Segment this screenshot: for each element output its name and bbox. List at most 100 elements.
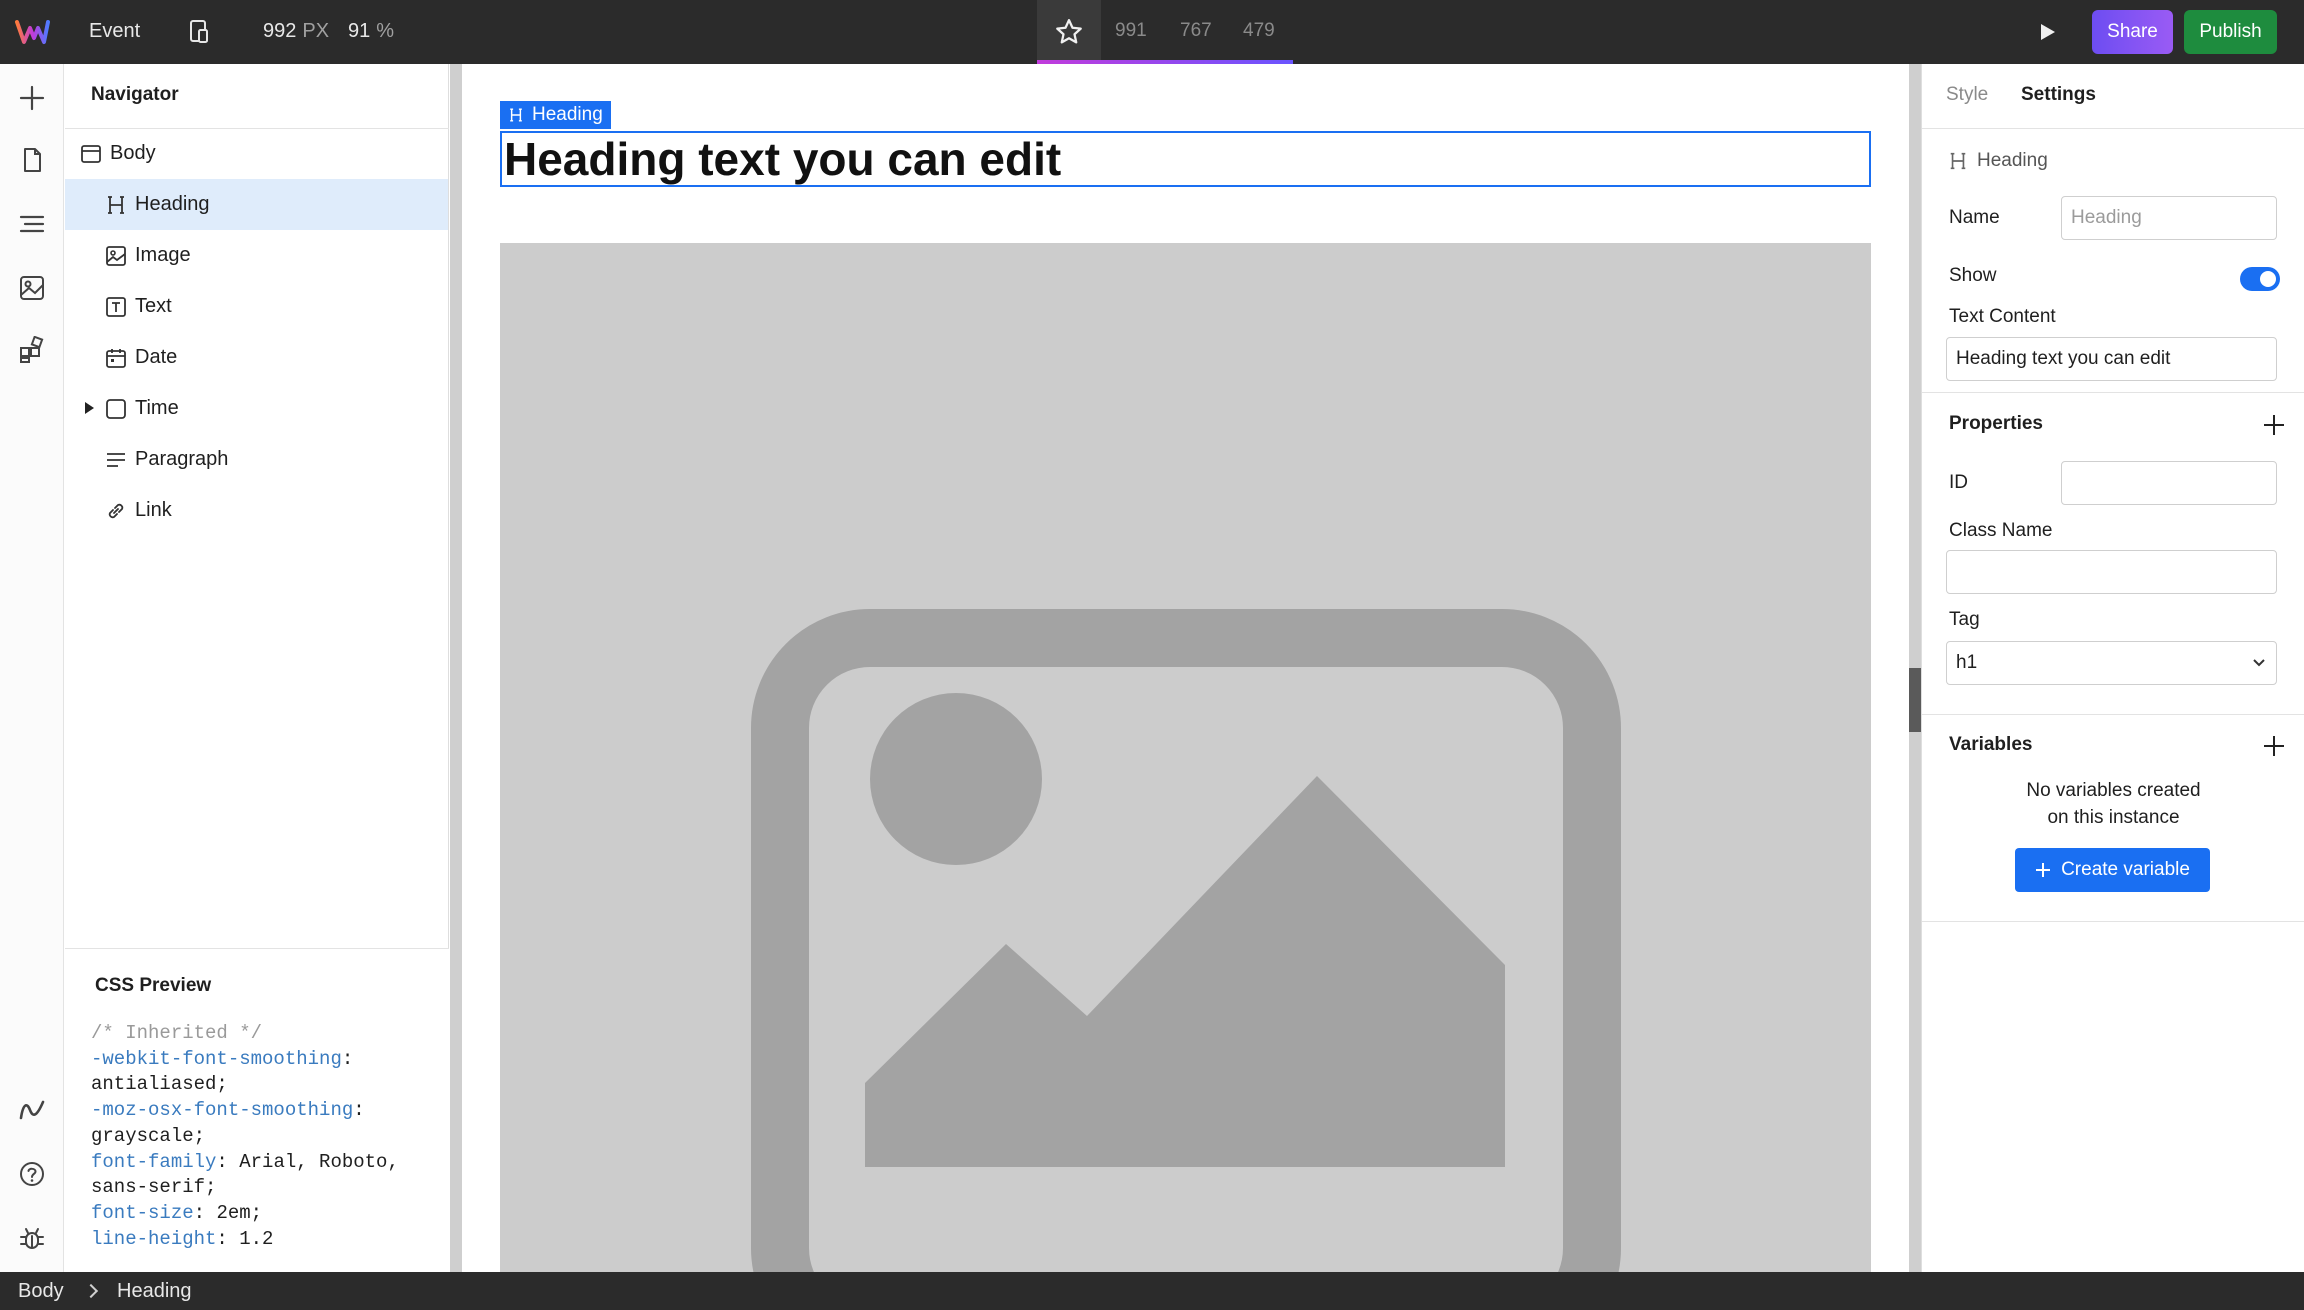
tree-item-label: Date xyxy=(135,346,178,368)
show-toggle[interactable] xyxy=(2240,267,2280,291)
tag-select[interactable]: h1 xyxy=(1946,641,2277,685)
heading-icon xyxy=(510,108,522,122)
selected-heading-element[interactable]: Heading text you can edit xyxy=(500,131,1871,187)
play-preview-icon[interactable] xyxy=(2036,20,2058,44)
breakpoint-767[interactable]: 767 xyxy=(1180,20,1212,42)
add-variable-icon[interactable] xyxy=(2264,736,2284,756)
css-value: 1.2 xyxy=(239,1227,274,1250)
breakpoint-479[interactable]: 479 xyxy=(1243,20,1275,42)
navigator-panel: Navigator Body Heading Image Text Date T… xyxy=(65,64,449,1272)
image-placeholder-icon xyxy=(751,609,1621,1272)
settings-panel: Style Settings Heading Name Heading Show… xyxy=(1921,64,2304,1272)
tree-item-body[interactable]: Body xyxy=(65,128,448,179)
tab-style[interactable]: Style xyxy=(1946,84,1988,106)
css-property: -webkit-font-smoothing xyxy=(91,1047,342,1070)
css-preview-code: /* Inherited */ -webkit-font-smoothing: … xyxy=(91,1022,399,1250)
properties-title: Properties xyxy=(1949,413,2043,434)
divider xyxy=(1922,128,2304,129)
webstudio-logo-icon[interactable] xyxy=(14,18,50,46)
css-preview-panel: CSS Preview /* Inherited */ -webkit-font… xyxy=(65,948,449,1272)
text-content-input[interactable]: Heading text you can edit xyxy=(1946,337,2277,381)
tree-item-time[interactable]: Time xyxy=(65,383,448,434)
divider xyxy=(1922,714,2304,715)
variables-title: Variables xyxy=(1949,734,2033,755)
css-value: 2em xyxy=(216,1201,251,1224)
pages-icon[interactable] xyxy=(18,146,46,174)
tree-item-label: Image xyxy=(135,244,191,266)
tree-item-heading[interactable]: Heading xyxy=(65,179,448,230)
chevron-down-icon xyxy=(2253,659,2265,667)
create-variable-label: Create variable xyxy=(2061,859,2190,880)
star-icon xyxy=(1056,19,1082,44)
css-property: font-family xyxy=(91,1150,217,1173)
bug-icon[interactable] xyxy=(18,1224,46,1252)
add-property-icon[interactable] xyxy=(2264,415,2284,435)
expand-caret-icon[interactable] xyxy=(85,402,94,414)
text-content-label: Text Content xyxy=(1949,306,2056,327)
component-name: Heading xyxy=(1977,150,2048,171)
tree-item-paragraph[interactable]: Paragraph xyxy=(65,434,448,485)
css-property: line-height xyxy=(91,1227,217,1250)
add-icon[interactable] xyxy=(18,84,46,112)
css-value: grayscale xyxy=(91,1124,194,1147)
navigator-icon[interactable] xyxy=(18,210,46,238)
divider xyxy=(1922,921,2304,922)
breakpoints-bar: 991 767 479 xyxy=(1037,0,1293,64)
link-icon xyxy=(108,503,124,518)
tree-item-link[interactable]: Link xyxy=(65,485,448,536)
breadcrumb-body[interactable]: Body xyxy=(18,1280,64,1303)
heading-text[interactable]: Heading text you can edit xyxy=(504,133,1061,185)
canvas-resize-handle[interactable] xyxy=(1909,668,1921,732)
name-label: Name xyxy=(1949,207,2000,228)
assets-icon[interactable] xyxy=(18,274,46,302)
ai-icon[interactable] xyxy=(18,1096,46,1124)
css-property: -moz-osx-font-smoothing xyxy=(91,1099,354,1122)
id-input[interactable] xyxy=(2061,461,2277,505)
create-variable-button[interactable]: Create variable xyxy=(2015,848,2210,892)
css-comment: /* Inherited */ xyxy=(91,1022,263,1044)
project-name[interactable]: Event xyxy=(89,20,140,43)
tree-item-label: Body xyxy=(110,142,156,164)
chevron-right-icon xyxy=(83,1283,99,1299)
class-name-input[interactable] xyxy=(1946,550,2277,594)
breakpoint-991[interactable]: 991 xyxy=(1115,20,1147,42)
heading-icon xyxy=(108,195,124,214)
image-placeholder[interactable] xyxy=(500,243,1871,1272)
tree-item-text[interactable]: Text xyxy=(65,281,448,332)
tree-item-label: Link xyxy=(135,499,172,521)
help-icon[interactable] xyxy=(18,1160,46,1188)
zoom-value: 91 xyxy=(348,20,371,42)
canvas-width-readout[interactable]: 992 PX xyxy=(263,20,329,43)
breadcrumb-heading[interactable]: Heading xyxy=(117,1280,192,1303)
tree-item-label: Time xyxy=(135,397,179,419)
css-property: font-size xyxy=(91,1201,194,1224)
paragraph-icon xyxy=(107,452,125,467)
tree-item-label: Text xyxy=(135,295,172,317)
zoom-readout[interactable]: 91% xyxy=(348,20,394,43)
css-preview-title: CSS Preview xyxy=(95,975,212,996)
class-name-label: Class Name xyxy=(1949,520,2053,541)
css-value: antialiased xyxy=(91,1073,217,1096)
components-icon[interactable] xyxy=(18,336,46,364)
base-breakpoint-button[interactable] xyxy=(1037,0,1101,64)
tag-select-value: h1 xyxy=(1956,652,1978,673)
empty-variables-message: No variables created xyxy=(2026,780,2201,801)
zoom-unit: % xyxy=(376,20,395,42)
tab-settings[interactable]: Settings xyxy=(2021,84,2096,106)
publish-button[interactable]: Publish xyxy=(2184,10,2277,54)
tree-item-image[interactable]: Image xyxy=(65,230,448,281)
design-canvas[interactable]: Heading Heading text you can edit xyxy=(462,64,1909,1272)
heading-icon xyxy=(1950,152,1966,170)
tree-item-label: Paragraph xyxy=(135,448,229,470)
canvas-gutter-left xyxy=(450,64,462,1272)
id-label: ID xyxy=(1949,472,1968,493)
breadcrumb-bar: Body Heading xyxy=(0,1272,2304,1310)
tree-item-date[interactable]: Date xyxy=(65,332,448,383)
image-icon xyxy=(106,245,126,266)
name-input[interactable]: Heading xyxy=(2061,196,2277,240)
share-button[interactable]: Share xyxy=(2092,10,2173,54)
tree-item-label: Heading xyxy=(135,193,210,215)
pages-device-icon[interactable] xyxy=(186,18,212,46)
canvas-width-value: 992 xyxy=(263,20,297,42)
top-toolbar: Event 992 PX 91% 991 767 479 Share Publis… xyxy=(0,0,2304,64)
